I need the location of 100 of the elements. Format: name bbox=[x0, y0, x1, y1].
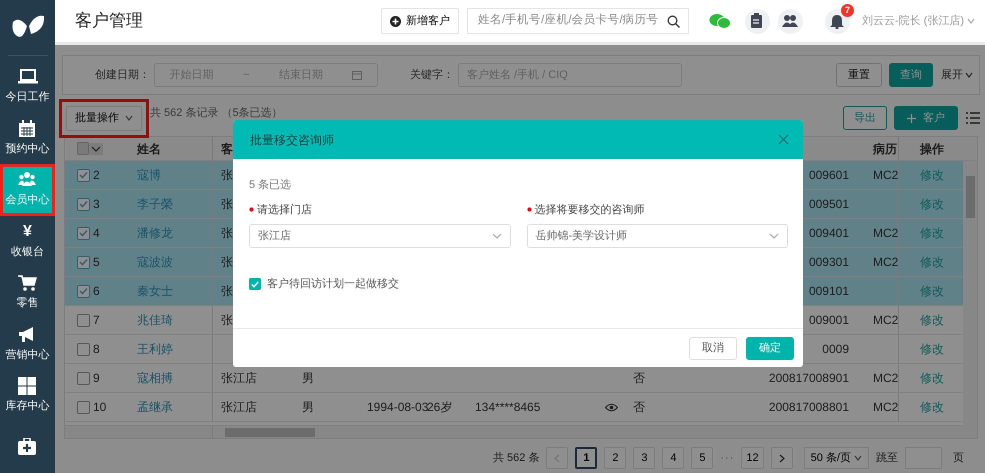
sidebar-item[interactable]: 零售 bbox=[0, 267, 55, 319]
column-header: 客 bbox=[221, 142, 233, 156]
row-checkbox[interactable] bbox=[77, 198, 90, 210]
sidebar-item[interactable]: 库存中心 bbox=[0, 370, 55, 422]
page-button[interactable]: 3 bbox=[633, 447, 656, 469]
customer-name-link[interactable]: 寇博 bbox=[137, 166, 161, 184]
row-checkbox[interactable] bbox=[77, 314, 90, 326]
select-all-checkbox[interactable] bbox=[77, 142, 89, 155]
reset-button[interactable]: 重置 bbox=[836, 63, 882, 87]
people-icon[interactable] bbox=[782, 14, 798, 28]
user-menu[interactable]: 刘云云-院长 (张江店) bbox=[862, 12, 975, 30]
customer-name-link[interactable]: 李子榮 bbox=[137, 195, 173, 213]
clipboard-icon[interactable] bbox=[750, 13, 764, 29]
edit-link[interactable]: 修改 bbox=[920, 224, 944, 242]
plus-icon bbox=[907, 114, 916, 122]
option-checkbox[interactable] bbox=[249, 278, 261, 290]
edit-link[interactable]: 修改 bbox=[920, 166, 944, 184]
row-checkbox[interactable] bbox=[77, 372, 90, 384]
chat-icon[interactable] bbox=[708, 13, 731, 29]
table-cell: MC2 bbox=[873, 313, 898, 327]
sidebar-item[interactable]: ¥ 收银台 bbox=[0, 216, 55, 268]
table-cell: 张 bbox=[221, 197, 233, 211]
row-checkbox[interactable] bbox=[77, 168, 90, 182]
select-field[interactable]: 岳帅锦-美学设计师 bbox=[526, 224, 788, 248]
date-label: 创建日期： bbox=[95, 68, 150, 83]
customer-name-link[interactable]: 兆佳琦 bbox=[137, 311, 173, 329]
customer-name-link[interactable]: 寇相搏 bbox=[137, 369, 173, 387]
sidebar-label: 库存中心 bbox=[6, 398, 50, 414]
add-button[interactable]: 客户 bbox=[894, 106, 958, 130]
table-cell: MC2 bbox=[873, 226, 898, 240]
confirm-button[interactable]: 确定 bbox=[746, 336, 794, 360]
table-cell: 张 bbox=[221, 168, 233, 182]
table-cell: 男 bbox=[302, 371, 314, 385]
column-header: 操作 bbox=[920, 140, 944, 158]
sidebar-label: 预约中心 bbox=[6, 142, 50, 157]
table-cell: 26岁 bbox=[427, 400, 452, 414]
row-checkbox[interactable] bbox=[77, 342, 90, 356]
next-page-button[interactable] bbox=[770, 447, 793, 469]
sidebar-item[interactable]: 今日工作 bbox=[0, 61, 55, 113]
edit-link[interactable]: 修改 bbox=[920, 340, 944, 358]
row-checkbox[interactable] bbox=[77, 256, 90, 268]
table-cell: 8 bbox=[93, 342, 100, 356]
dropdown-caret-icon[interactable] bbox=[89, 142, 103, 154]
row-checkbox[interactable] bbox=[77, 226, 90, 240]
edit-link[interactable]: 修改 bbox=[920, 398, 944, 416]
edit-link[interactable]: 修改 bbox=[920, 195, 944, 213]
eye-icon[interactable] bbox=[605, 403, 618, 412]
caret-icon bbox=[769, 233, 779, 239]
pagination-ellipsis: ··· bbox=[720, 450, 734, 466]
page-button[interactable]: 4 bbox=[662, 447, 684, 469]
page-button[interactable]: 1 bbox=[575, 447, 598, 469]
customer-name-link[interactable]: 秦女士 bbox=[137, 282, 173, 300]
search-button[interactable]: 查询 bbox=[889, 63, 933, 87]
vertical-scrollbar[interactable] bbox=[963, 161, 977, 426]
table-cell: MC2 bbox=[873, 168, 898, 182]
customer-name-link[interactable]: 潘修龙 bbox=[137, 224, 173, 242]
sidebar-item[interactable]: 预约中心 bbox=[0, 112, 55, 164]
table-cell: 009601 bbox=[808, 168, 849, 182]
chevron-right-icon bbox=[778, 454, 785, 462]
row-checkbox[interactable] bbox=[77, 284, 90, 298]
export-button[interactable]: 导出 bbox=[843, 106, 887, 130]
table-cell: 009001 bbox=[808, 313, 849, 327]
page-button[interactable]: 2 bbox=[604, 447, 626, 469]
medical-kit-icon bbox=[18, 438, 38, 456]
customer-name-link[interactable]: 王利婷 bbox=[137, 340, 173, 358]
table-cell: 3 bbox=[93, 197, 100, 211]
select-field[interactable]: 张江店 bbox=[249, 224, 510, 248]
selected-count: 5 条已选 bbox=[249, 178, 292, 193]
keyword-label: 关键字： bbox=[410, 68, 454, 83]
page-size-select[interactable]: 50 条/页 bbox=[804, 447, 869, 469]
edit-link[interactable]: 修改 bbox=[920, 369, 944, 387]
people-button[interactable] bbox=[778, 8, 803, 34]
page-button[interactable]: 12 bbox=[741, 447, 764, 469]
expand-toggle[interactable]: 展开 bbox=[941, 66, 973, 84]
customer-name-link[interactable]: 寇波波 bbox=[137, 253, 173, 271]
close-button[interactable] bbox=[778, 134, 789, 145]
sidebar-label: 营销中心 bbox=[6, 348, 50, 363]
edit-link[interactable]: 修改 bbox=[920, 253, 944, 271]
customer-name-link[interactable]: 孟继承 bbox=[137, 398, 173, 416]
sidebar-item[interactable]: 营销中心 bbox=[0, 318, 55, 370]
clipboard-button[interactable] bbox=[744, 8, 770, 34]
cancel-button[interactable]: 取消 bbox=[689, 336, 737, 360]
sidebar-label: 今日工作 bbox=[6, 90, 50, 106]
caret-icon bbox=[967, 18, 975, 24]
list-icon[interactable] bbox=[966, 112, 980, 124]
notifications-button[interactable] bbox=[824, 8, 850, 34]
total-count: 共 562 条 bbox=[492, 450, 540, 466]
edit-link[interactable]: 修改 bbox=[920, 282, 944, 300]
search-field[interactable]: 姓名/手机号/座机/会员卡号/病历号 bbox=[466, 8, 689, 34]
page-title: 客户管理 bbox=[75, 10, 143, 32]
laptop-icon bbox=[18, 68, 38, 86]
bell-icon[interactable] bbox=[830, 14, 844, 28]
table-cell: 7 bbox=[93, 313, 100, 327]
page-button[interactable]: 5 bbox=[691, 447, 714, 469]
sidebar-item[interactable]: 会员中心 bbox=[0, 164, 55, 216]
field-label: 选择将要移交的咨询师 bbox=[534, 202, 644, 218]
edit-link[interactable]: 修改 bbox=[920, 311, 944, 329]
batch-actions-button[interactable]: 批量操作 bbox=[66, 106, 142, 130]
row-checkbox[interactable] bbox=[77, 400, 90, 414]
add-customer-button[interactable]: 新增客户 bbox=[380, 8, 459, 34]
